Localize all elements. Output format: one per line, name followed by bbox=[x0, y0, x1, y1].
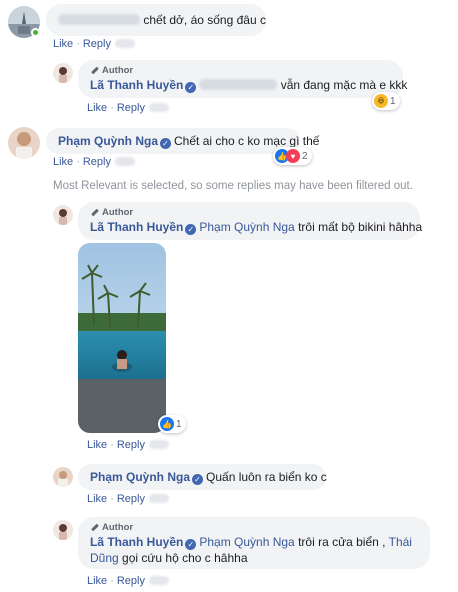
timestamp[interactable] bbox=[148, 440, 169, 449]
tagged-user[interactable]: Phạm Quỳnh Nga bbox=[199, 535, 294, 549]
comment-bubble: Phạm Quỳnh Nga ✓ Chết ai cho c ko mạc gì t… bbox=[46, 128, 319, 154]
timestamp[interactable] bbox=[148, 494, 169, 503]
timestamp[interactable] bbox=[114, 39, 135, 48]
reply-link[interactable]: Reply bbox=[117, 575, 145, 587]
comment-text: trôi ra cửa biển , bbox=[298, 535, 386, 549]
comment-text: vẫn đang mặc mà e kkk bbox=[280, 78, 408, 92]
timestamp[interactable] bbox=[148, 103, 169, 112]
comment-photo[interactable] bbox=[78, 243, 166, 433]
comment-actions: Like · Reply bbox=[87, 101, 169, 115]
verified-icon: ✓ bbox=[185, 539, 197, 550]
timestamp[interactable] bbox=[148, 576, 169, 585]
avatar[interactable] bbox=[8, 127, 40, 159]
reply-link[interactable]: Reply bbox=[117, 439, 145, 451]
like-link[interactable]: Like bbox=[87, 439, 107, 451]
comment-text: trôi mất bộ bikini hâhha bbox=[298, 220, 423, 234]
commenter-name[interactable]: Phạm Quỳnh Nga bbox=[58, 134, 158, 148]
commenter-name[interactable]: Lã Thanh Huyền bbox=[90, 220, 183, 234]
reply-link[interactable]: Reply bbox=[117, 493, 145, 505]
verified-icon: ✓ bbox=[185, 224, 197, 235]
comment-actions: Like · Reply bbox=[53, 37, 135, 51]
reply-link[interactable]: Reply bbox=[83, 156, 111, 168]
comment-actions: Like · Reply bbox=[87, 574, 169, 588]
tagged-user[interactable]: Dũng bbox=[90, 551, 119, 565]
haha-icon: 😆 bbox=[374, 94, 388, 108]
like-link[interactable]: Like bbox=[53, 38, 73, 50]
avatar[interactable] bbox=[53, 205, 73, 225]
comment-text: gọi cứu hộ cho c hâhha bbox=[122, 551, 248, 565]
pencil-icon bbox=[90, 66, 99, 75]
verified-icon: ✓ bbox=[185, 82, 197, 93]
commenter-name[interactable]: Lã Thanh Huyền bbox=[90, 535, 183, 549]
reaction-badge[interactable]: 😆 1 bbox=[372, 92, 400, 110]
author-badge: Author bbox=[90, 206, 408, 219]
comment-bubble: chết dở, áo sống đâu c bbox=[46, 4, 266, 36]
avatar[interactable] bbox=[53, 63, 73, 83]
reply-link[interactable]: Reply bbox=[83, 38, 111, 50]
online-indicator bbox=[31, 28, 40, 37]
reaction-badge[interactable]: 👍 1 bbox=[158, 415, 186, 433]
comment-bubble: Author Lã Thanh Huyền ✓ Phạm Quỳnh Nga trô… bbox=[78, 517, 430, 569]
author-badge: Author bbox=[90, 521, 418, 534]
verified-icon: ✓ bbox=[192, 474, 204, 485]
comment-bubble: Author Lã Thanh Huyền ✓ Phạm Quỳnh Nga trô… bbox=[78, 202, 423, 240]
reply-link[interactable]: Reply bbox=[117, 102, 145, 114]
tagged-user[interactable]: Thái bbox=[389, 535, 412, 549]
comment-actions: Like · Reply bbox=[87, 438, 169, 452]
comment-text: Chết ai cho c ko mạc gì thế bbox=[174, 134, 320, 148]
like-link[interactable]: Like bbox=[87, 575, 107, 587]
like-link[interactable]: Like bbox=[87, 102, 107, 114]
comment-bubble: Phạm Quỳnh Nga ✓ Quấn luôn ra biển ko c bbox=[78, 464, 327, 490]
like-reaction-icon: 👍 bbox=[160, 417, 174, 431]
comment-actions: Like · Reply bbox=[87, 492, 169, 506]
verified-icon: ✓ bbox=[160, 138, 172, 149]
comment-actions: Like · Reply bbox=[53, 155, 135, 169]
like-link[interactable]: Like bbox=[87, 493, 107, 505]
comment-text: chết dở, áo sống đâu c bbox=[143, 13, 266, 27]
love-reaction-icon: ♥ bbox=[286, 149, 300, 163]
reaction-badge[interactable]: 👍 ♥ 2 bbox=[273, 147, 312, 165]
redacted-tag bbox=[199, 79, 278, 90]
pencil-icon bbox=[90, 523, 99, 532]
tagged-user[interactable]: Phạm Quỳnh Nga bbox=[199, 220, 294, 234]
filter-notice: Most Relevant is selected, so some repli… bbox=[53, 180, 413, 192]
author-badge: Author bbox=[90, 64, 391, 77]
commenter-name[interactable]: Phạm Quỳnh Nga bbox=[90, 470, 190, 484]
avatar[interactable] bbox=[53, 467, 73, 487]
avatar[interactable] bbox=[53, 520, 73, 540]
redacted-name bbox=[58, 14, 140, 25]
comment-bubble: Author Lã Thanh Huyền ✓ vẫn đang mặc mà e… bbox=[78, 60, 407, 98]
like-link[interactable]: Like bbox=[53, 156, 73, 168]
pencil-icon bbox=[90, 208, 99, 217]
commenter-name[interactable]: Lã Thanh Huyền bbox=[90, 78, 183, 92]
timestamp[interactable] bbox=[114, 157, 135, 166]
comment-text: Quấn luôn ra biển ko c bbox=[206, 470, 327, 484]
